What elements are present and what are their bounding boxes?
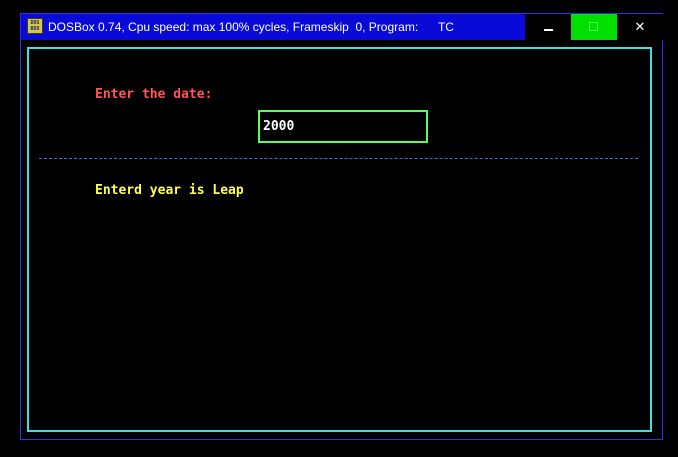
- dosbox-window: DOS BOX DOSBox 0.74, Cpu speed: max 100%…: [20, 13, 663, 440]
- screen-frame: [27, 47, 652, 432]
- window-title: DOSBox 0.74, Cpu speed: max 100% cycles,…: [48, 20, 454, 34]
- maximize-button[interactable]: [571, 14, 617, 40]
- section-divider: [39, 158, 638, 159]
- minimize-button[interactable]: [525, 14, 571, 40]
- dosbox-app-icon[interactable]: DOS BOX: [27, 18, 43, 34]
- close-icon: ✕: [634, 20, 646, 35]
- date-prompt-label: Enter the date:: [95, 87, 213, 102]
- date-input-field[interactable]: 2000: [258, 110, 428, 143]
- title-bar[interactable]: DOS BOX DOSBox 0.74, Cpu speed: max 100%…: [21, 14, 663, 40]
- minimize-icon: [544, 29, 553, 31]
- maximize-icon: [589, 22, 598, 31]
- close-button[interactable]: ✕: [617, 14, 663, 40]
- dos-screen[interactable]: Enter the date: 2000 Enterd year is Leap: [21, 40, 662, 439]
- result-message: Enterd year is Leap: [95, 183, 244, 198]
